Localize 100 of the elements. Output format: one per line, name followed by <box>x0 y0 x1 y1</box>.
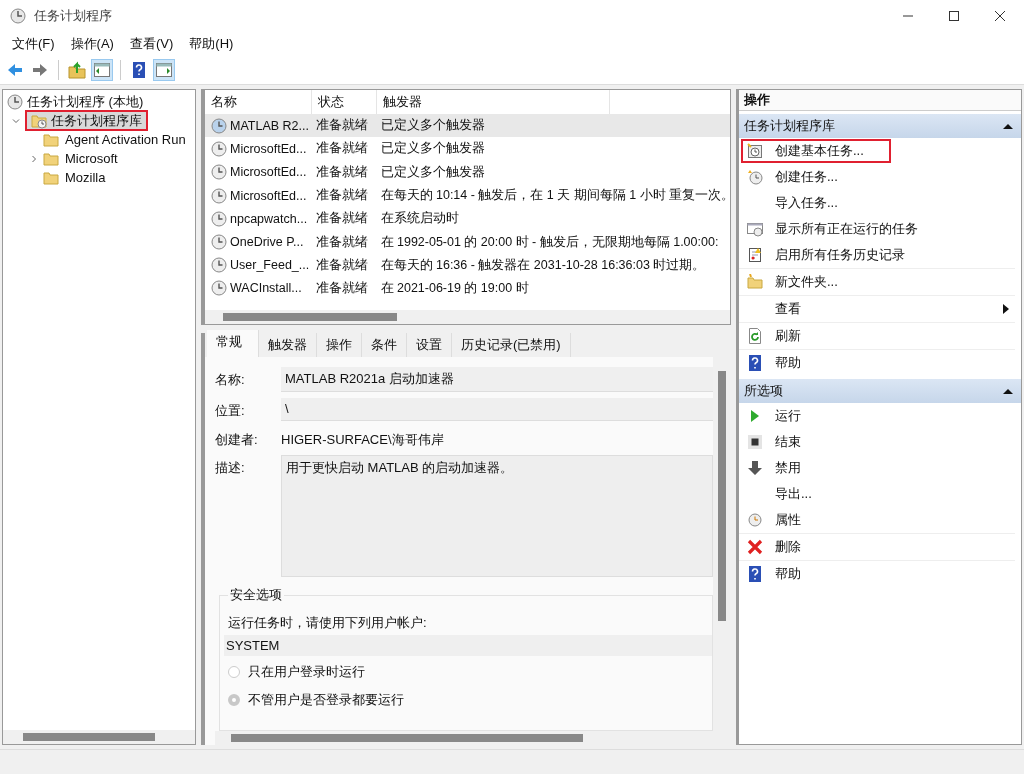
action-item[interactable]: 刷新 <box>741 324 1015 348</box>
radio-label: 不管用户是否登录都要运行 <box>248 690 404 709</box>
table-cell: 准备就绪 <box>315 141 368 156</box>
menu-item[interactable]: 文件(F) <box>4 33 63 55</box>
action-item[interactable]: 结束 <box>741 430 1021 454</box>
input-field[interactable]: \ <box>281 398 713 421</box>
clock-icon <box>211 164 227 181</box>
table-cell: 已定义多个触发器 <box>380 118 485 133</box>
submenu-arrow-icon[interactable] <box>1003 304 1009 314</box>
action-item[interactable]: 查看 <box>741 297 1015 321</box>
table-row[interactable]: MicrosoftEd... 准备就绪 已定义多个触发器 <box>205 137 730 161</box>
scrollbar-thumb[interactable] <box>231 734 583 742</box>
scrollbar-thumb[interactable] <box>23 733 155 741</box>
section-title: 任务计划程序库 <box>744 117 835 135</box>
action-item[interactable]: 导出... <box>741 482 1021 506</box>
table-cell: 准备就绪 <box>315 188 368 203</box>
table-cell: 在系统启动时 <box>380 211 459 226</box>
scrollbar-thumb[interactable] <box>223 313 397 321</box>
table-row[interactable]: User_Feed_... 准备就绪 在每天的 16:36 - 触发器在 2031-10-28 16:36:03 时过期。 <box>205 253 730 278</box>
tree-item[interactable]: Microsoft <box>63 151 120 166</box>
field-label: 创建者: <box>215 431 259 449</box>
table-cell: User_Feed_... <box>230 258 310 273</box>
prompt-text: 运行任务时，请使用下列用户帐户: <box>228 614 428 632</box>
chevron-right-icon[interactable] <box>29 153 39 164</box>
group-title: 安全选项 <box>228 586 284 604</box>
field-label: 位置: <box>215 402 246 420</box>
maximize-icon[interactable] <box>948 10 960 22</box>
menu-item[interactable]: 帮助(H) <box>181 33 242 55</box>
clock-icon <box>211 280 227 297</box>
scrollbar-thumb[interactable] <box>718 371 726 621</box>
action-item[interactable]: 创建基本任务... <box>741 139 891 163</box>
action-item[interactable]: 删除 <box>741 535 1015 559</box>
tree-item[interactable]: 任务计划程序 (本地) <box>27 92 144 111</box>
folder-icon <box>747 274 763 290</box>
table-cell: 准备就绪 <box>315 234 368 249</box>
tab[interactable]: 常规 <box>207 330 259 357</box>
action-item[interactable]: 属性 <box>741 508 1015 532</box>
clock-icon <box>7 93 23 110</box>
field-label: 名称: <box>215 371 246 389</box>
left-arrow-icon <box>6 61 24 79</box>
delete-icon <box>747 539 763 555</box>
radio-label: 只在用户登录时运行 <box>248 662 365 681</box>
tree-item[interactable]: Agent Activation Run <box>63 132 188 147</box>
field-label: 描述: <box>215 459 246 477</box>
table-cell: WACInstall... <box>230 281 302 296</box>
table-row[interactable]: OneDrive P... 准备就绪 在 1992-05-01 的 20:00 时 - 触发后，无限期地每隔 1.00:00: <box>205 230 730 254</box>
tree-item[interactable]: 任务计划程序库 <box>25 110 148 131</box>
tree-pane-toggle[interactable] <box>91 59 113 81</box>
text-area[interactable]: 用于更快启动 MATLAB 的启动加速器。 <box>281 455 713 577</box>
table-cell: MicrosoftEd... <box>230 188 307 203</box>
action-item[interactable]: 帮助 <box>741 562 1021 586</box>
section-header[interactable]: 所选项 <box>739 379 1021 403</box>
table-cell: 已定义多个触发器 <box>380 164 485 179</box>
account-field[interactable]: SYSTEM <box>224 635 712 656</box>
action-item[interactable]: 启用所有任务历史记录 <box>741 243 1015 267</box>
input-field[interactable]: MATLAB R2021a 启动加速器 <box>281 367 713 392</box>
clock-icon <box>211 140 227 157</box>
clock-icon <box>211 117 227 134</box>
action-item[interactable]: 新文件夹... <box>741 270 1015 294</box>
action-item[interactable]: 帮助 <box>741 351 1021 375</box>
clock-icon <box>747 169 763 185</box>
radio-button[interactable] <box>228 665 240 678</box>
window-clock-icon <box>747 221 763 237</box>
folder-clock-icon <box>31 112 47 129</box>
tree-item[interactable]: Mozilla <box>63 170 108 185</box>
action-item[interactable]: 导入任务... <box>741 191 1021 215</box>
pane-icon <box>155 61 173 79</box>
table-row[interactable]: MicrosoftEd... 准备就绪 已定义多个触发器 <box>205 160 730 184</box>
log-icon <box>747 247 763 263</box>
collapse-caret-icon[interactable] <box>1003 123 1013 129</box>
clock-icon <box>747 512 763 528</box>
table-cell: 准备就绪 <box>315 257 368 272</box>
up-folder-button[interactable] <box>66 59 88 81</box>
table-cell: 在 2021-06-19 的 19:00 时 <box>380 281 529 296</box>
action-pane-toggle[interactable] <box>153 59 175 81</box>
action-item[interactable]: 创建任务... <box>741 165 1021 189</box>
table-row[interactable]: npcapwatch... 准备就绪 在系统启动时 <box>205 207 730 231</box>
folder-icon <box>43 131 59 148</box>
table-row[interactable]: WACInstall... 准备就绪 在 2021-06-19 的 19:00 时 <box>205 277 730 310</box>
menu-item[interactable]: 操作(A) <box>62 33 122 55</box>
radio-button[interactable] <box>228 693 240 706</box>
action-item[interactable]: 显示所有正在运行的任务 <box>741 217 1021 241</box>
clock-icon <box>211 210 227 227</box>
clock-icon <box>10 8 26 24</box>
section-header[interactable]: 任务计划程序库 <box>739 114 1021 138</box>
action-item[interactable]: 运行 <box>741 404 1021 428</box>
folder-icon <box>43 150 59 167</box>
table-row[interactable]: MicrosoftEd... 准备就绪 在每天的 10:14 - 触发后，在 1 天 期间每隔 1 小时 重复一次。 <box>205 183 730 208</box>
help-icon <box>130 61 148 79</box>
table-cell: 在每天的 10:14 - 触发后，在 1 天 期间每隔 1 小时 重复一次。 <box>380 188 730 203</box>
table-cell: 准备就绪 <box>315 211 368 226</box>
table-cell: 在 1992-05-01 的 20:00 时 - 触发后，无限期地每隔 1.00:00: <box>380 234 719 249</box>
folder-up-icon <box>68 61 86 79</box>
action-item[interactable]: 禁用 <box>741 456 1021 480</box>
folder-icon <box>43 169 59 186</box>
help-icon <box>747 355 763 371</box>
collapse-caret-icon[interactable] <box>1003 388 1013 394</box>
menu-item[interactable]: 查看(V) <box>121 33 182 55</box>
close-icon[interactable] <box>994 10 1006 22</box>
right-arrow-icon <box>31 61 49 79</box>
